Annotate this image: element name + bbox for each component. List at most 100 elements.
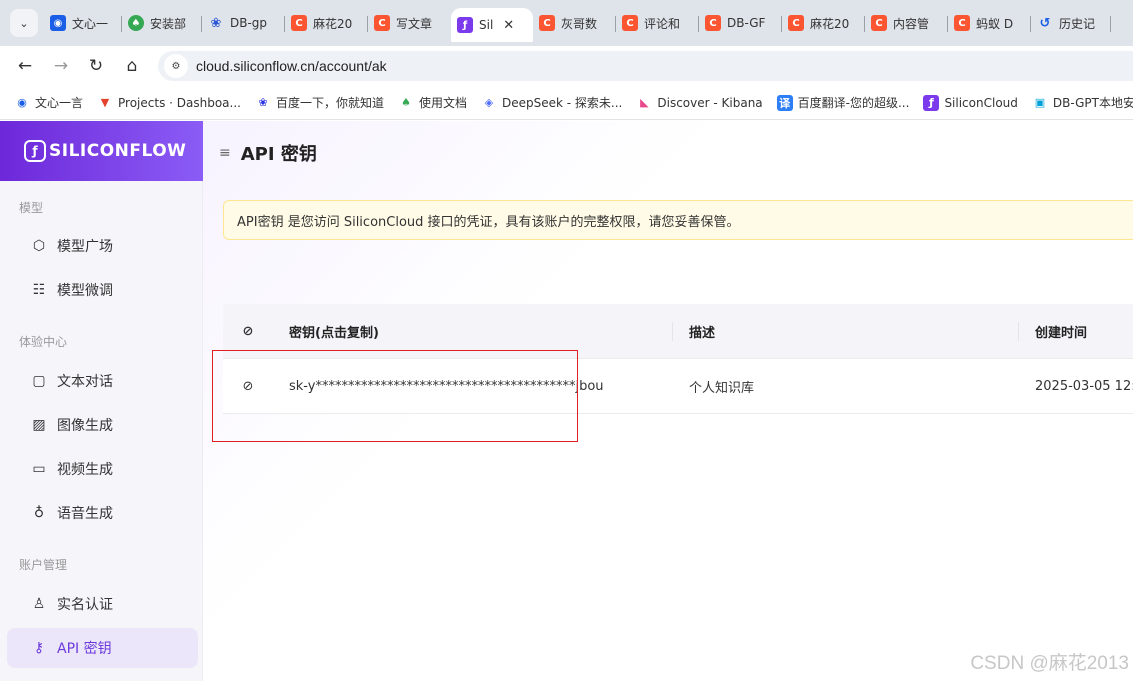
siliconflow-logo-icon: ƒ xyxy=(24,140,46,162)
browser-tab[interactable]: C 蚂蚁 D xyxy=(948,8,1031,38)
bookmark-item[interactable]: 译百度翻译-您的超级... xyxy=(776,94,910,111)
bookmark-label: Discover - Kibana xyxy=(657,95,763,110)
kibana-icon: ◣ xyxy=(640,96,649,109)
leaf-icon: ♠ xyxy=(401,96,411,109)
siliconflow-icon: ƒ xyxy=(457,17,473,33)
browser-tab[interactable]: ❀ DB-gp xyxy=(202,8,285,38)
browser-tab[interactable]: C 麻花20 xyxy=(782,8,865,38)
bookmark-label: 文心一言 xyxy=(35,96,84,110)
history-icon: ↺ xyxy=(1039,15,1051,31)
browser-tab[interactable]: C DB-GF xyxy=(699,8,782,38)
csdn-icon: C xyxy=(374,15,390,31)
browser-tab-active[interactable]: ƒ Sil ✕ xyxy=(451,8,533,42)
tab-label: 评论和 xyxy=(644,16,681,31)
sliders-icon: ☷ xyxy=(32,282,46,298)
bookmark-item[interactable]: ❀ 百度一下，你就知道 xyxy=(255,94,384,111)
column-header-created: 创建时间 xyxy=(1035,325,1088,341)
bookmark-label: Projects · Dashboa... xyxy=(118,95,241,110)
bookmark-item[interactable]: ▼ Projects · Dashboa... xyxy=(97,95,241,111)
sidebar-item-model-square[interactable]: ⬡ 模型广场 xyxy=(7,226,198,266)
csdn-icon: C xyxy=(954,15,970,31)
group-title-models: 模型 xyxy=(19,201,44,215)
sidebar-item-audio-gen[interactable]: ♁ 语音生成 xyxy=(7,493,198,533)
bookmark-item[interactable]: ◈ DeepSeek - 探索未... xyxy=(481,94,623,111)
column-header-key: 密钥(点击复制) xyxy=(273,321,673,341)
tab-label: 写文章 xyxy=(396,16,433,31)
wenxin-icon: ◉ xyxy=(17,96,27,109)
browser-tab[interactable]: C 内容管 xyxy=(865,8,948,38)
mic-icon: ♁ xyxy=(33,505,45,521)
tab-label: DB-gp xyxy=(230,16,268,30)
close-tab-icon[interactable]: ✕ xyxy=(503,18,514,33)
bookmark-item[interactable]: ƒ SiliconCloud xyxy=(923,94,1018,111)
bookmark-label: 百度翻译-您的超级... xyxy=(797,96,910,110)
sidebar-item-label: 语音生成 xyxy=(57,506,113,522)
tab-label: DB-GF xyxy=(727,16,766,30)
bookmark-label: DB-GPT本地安 xyxy=(1052,96,1133,110)
sidebar-item-fine-tune[interactable]: ☷ 模型微调 xyxy=(7,270,198,310)
user-check-icon: ♙ xyxy=(32,596,46,612)
browser-tab[interactable]: ♠ 安装部 xyxy=(122,8,202,38)
sidebar-item-image-gen[interactable]: ▨ 图像生成 xyxy=(7,405,198,445)
url-text[interactable]: cloud.siliconflow.cn/account/ak xyxy=(196,58,387,74)
bookmark-item[interactable]: ◉ 文心一言 xyxy=(14,94,83,111)
csdn-icon: C xyxy=(622,15,638,31)
back-icon[interactable]: ← xyxy=(13,54,37,78)
sidebar-item-verification[interactable]: ♙ 实名认证 xyxy=(7,584,198,624)
browser-tab[interactable]: C 评论和 xyxy=(616,8,699,38)
csdn-icon: C xyxy=(788,15,804,31)
tab-label: 历史记 xyxy=(1059,16,1096,31)
reload-icon[interactable]: ↻ xyxy=(84,54,108,78)
tab-label: 内容管 xyxy=(893,16,930,31)
bilibili-icon: ▣ xyxy=(1034,96,1046,109)
address-bar: ← → ↻ ⌂ ⚙ cloud.siliconflow.cn/account/a… xyxy=(0,46,1133,86)
bookmark-label: 百度一下，你就知道 xyxy=(275,96,384,110)
url-field[interactable]: ⚙ cloud.siliconflow.cn/account/ak xyxy=(158,51,1133,81)
bookmark-item[interactable]: ♠ 使用文档 xyxy=(398,94,467,111)
menu-collapse-icon[interactable]: ≡ xyxy=(219,145,231,161)
forward-icon[interactable]: → xyxy=(49,54,73,78)
api-key-description: 个人知识库 xyxy=(689,380,755,396)
sidebar-item-label: 图像生成 xyxy=(57,418,113,434)
browser-tab[interactable]: ↺ 历史记 xyxy=(1031,8,1111,38)
browser-tab[interactable]: ◉ 文心一 xyxy=(44,8,122,38)
browser-tab[interactable]: C 灰哥数 xyxy=(533,8,616,38)
csdn-icon: C xyxy=(539,15,555,31)
eye-off-icon[interactable]: ⊘ xyxy=(223,324,273,339)
sidebar-item-api-keys[interactable]: ⚷ API 密钥 xyxy=(7,628,198,668)
tab-label: 麻花20 xyxy=(313,16,353,31)
gitlab-icon: ▼ xyxy=(100,96,110,109)
deepseek-icon: ◈ xyxy=(484,96,494,109)
sidebar-item-label: 模型广场 xyxy=(57,239,113,255)
csdn-icon: C xyxy=(871,15,887,31)
bookmark-item[interactable]: ◣ Discover - Kibana xyxy=(636,95,763,111)
home-icon[interactable]: ⌂ xyxy=(120,54,144,78)
bookmark-label: DeepSeek - 探索未... xyxy=(502,96,623,110)
browser-tab[interactable]: C 麻花20 xyxy=(285,8,368,38)
browser-tab-bar: ⌄ ◉ 文心一 ♠ 安装部 ❀ DB-gp C 麻花20 C 写文章 ƒ Sil… xyxy=(0,0,1133,46)
translate-icon: 译 xyxy=(776,94,793,111)
key-icon: ⚷ xyxy=(33,640,45,656)
sidebar-item-label: API 密钥 xyxy=(57,641,112,657)
wenxin-icon: ◉ xyxy=(50,15,66,31)
image-icon: ▨ xyxy=(32,417,46,433)
watermark: CSDN @麻花2013 xyxy=(970,653,1129,674)
sidebar-item-video-gen[interactable]: ▭ 视频生成 xyxy=(7,449,198,489)
browser-tab[interactable]: C 写文章 xyxy=(368,8,451,38)
tab-search-chevron-icon[interactable]: ⌄ xyxy=(10,9,38,37)
paw-icon: ❀ xyxy=(210,15,222,31)
sidebar: ƒ SILICONFLOW 模型 ⬡ 模型广场 ☷ 模型微调 体验中心 ▢ 文本… xyxy=(0,121,203,681)
sidebar-item-text-chat[interactable]: ▢ 文本对话 xyxy=(7,361,198,401)
tab-label: 麻花20 xyxy=(810,16,850,31)
group-title-playground: 体验中心 xyxy=(19,335,68,349)
sidebar-item-label: 模型微调 xyxy=(57,283,113,299)
csdn-icon: C xyxy=(291,15,307,31)
logo-text: SILICONFLOW xyxy=(49,141,187,161)
notice-banner: API密钥 是您访问 SiliconCloud 接口的凭证，具有该账户的完整权限… xyxy=(223,200,1133,240)
logo[interactable]: ƒ SILICONFLOW xyxy=(0,121,203,181)
bookmark-item[interactable]: ▣ DB-GPT本地安 xyxy=(1032,94,1133,111)
group-title-account: 账户管理 xyxy=(19,558,68,572)
site-info-icon[interactable]: ⚙ xyxy=(164,54,188,78)
tab-strip: ◉ 文心一 ♠ 安装部 ❀ DB-gp C 麻花20 C 写文章 ƒ Sil ✕… xyxy=(44,8,1111,42)
column-header-description: 描述 xyxy=(673,321,1019,341)
